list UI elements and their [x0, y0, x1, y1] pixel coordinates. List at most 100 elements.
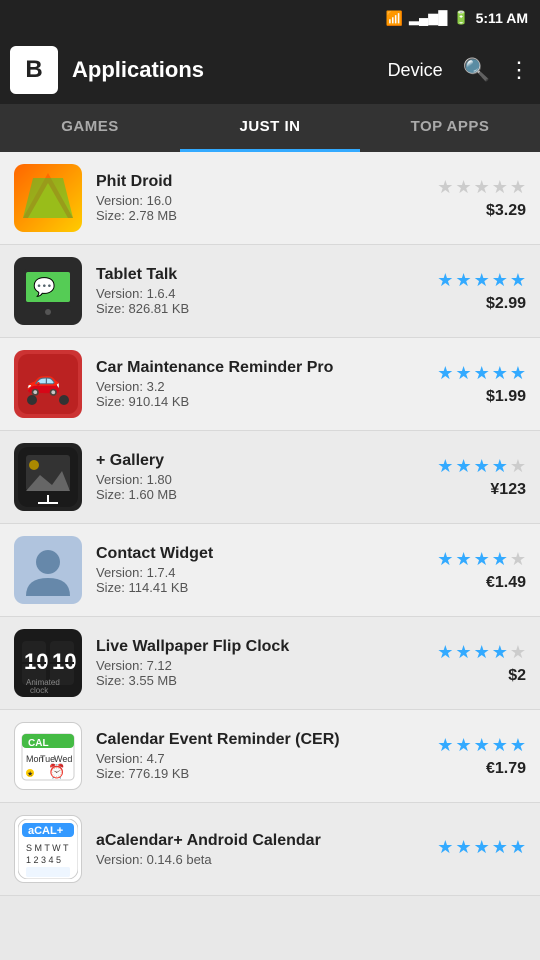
star-1: ★	[437, 735, 453, 756]
app-rating-phit-droid: ★ ★ ★ ★ ★ $3.29	[426, 177, 526, 220]
signal-icon: ▂▄▆█	[409, 10, 447, 26]
star-3: ★	[474, 837, 490, 858]
star-2: ★	[455, 735, 471, 756]
app-version: Version: 1.7.4	[96, 565, 426, 580]
app-icon-car-maintenance: 🚗	[14, 350, 82, 418]
app-size: Size: 826.81 KB	[96, 301, 426, 316]
svg-text:S M T W T: S M T W T	[26, 843, 69, 853]
app-icon-calendar-event: CAL Mon Tue Wed ★ ⏰	[14, 722, 82, 790]
star-4: ★	[492, 837, 508, 858]
star-4: ★	[492, 549, 508, 570]
app-icon-acalendar: aCAL+ S M T W T 1 2 3 4 5	[14, 815, 82, 883]
star-4: ★	[492, 270, 508, 291]
app-name: Car Maintenance Reminder Pro	[96, 359, 426, 377]
app-info-acalendar: aCalendar+ Android Calendar Version: 0.1…	[96, 832, 426, 867]
star-rating: ★ ★ ★ ★ ★	[437, 177, 526, 198]
svg-text:aCAL+: aCAL+	[28, 825, 63, 837]
app-price: $2.99	[486, 295, 526, 313]
app-version: Version: 1.6.4	[96, 286, 426, 301]
app-icon-tablet-talk: 💬	[14, 257, 82, 325]
star-3: ★	[474, 549, 490, 570]
app-size: Size: 910.14 KB	[96, 394, 426, 409]
list-item[interactable]: Phit Droid Version: 16.0 Size: 2.78 MB ★…	[0, 152, 540, 245]
app-rating-acalendar: ★ ★ ★ ★ ★	[426, 837, 526, 862]
app-list: Phit Droid Version: 16.0 Size: 2.78 MB ★…	[0, 152, 540, 896]
list-item[interactable]: 10 10 Animated clock Live Wallpaper Flip…	[0, 617, 540, 710]
app-price: €1.49	[486, 574, 526, 592]
app-info-tablet-talk: Tablet Talk Version: 1.6.4 Size: 826.81 …	[96, 266, 426, 316]
wifi-icon: 📶	[386, 10, 403, 27]
app-name: + Gallery	[96, 452, 426, 470]
app-info-gallery: + Gallery Version: 1.80 Size: 1.60 MB	[96, 452, 426, 502]
star-1: ★	[437, 270, 453, 291]
star-3: ★	[474, 735, 490, 756]
more-options-icon[interactable]: ⋮	[508, 57, 530, 83]
status-time: 5:11 AM	[476, 10, 528, 26]
app-version: Version: 7.12	[96, 658, 426, 673]
star-2: ★	[455, 837, 471, 858]
star-2: ★	[455, 270, 471, 291]
svg-text:🚗: 🚗	[26, 365, 61, 397]
list-item[interactable]: 💬 Tablet Talk Version: 1.6.4 Size: 826.8…	[0, 245, 540, 338]
app-rating-wallpaper: ★ ★ ★ ★ ★ $2	[426, 642, 526, 685]
app-info-car-maintenance: Car Maintenance Reminder Pro Version: 3.…	[96, 359, 426, 409]
svg-text:⏰: ⏰	[48, 762, 65, 780]
list-item[interactable]: Contact Widget Version: 1.7.4 Size: 114.…	[0, 524, 540, 617]
app-size: Size: 114.41 KB	[96, 580, 426, 595]
star-rating: ★ ★ ★ ★ ★	[437, 363, 526, 384]
app-logo: B	[10, 46, 58, 94]
app-version: Version: 4.7	[96, 751, 426, 766]
app-info-live-wallpaper: Live Wallpaper Flip Clock Version: 7.12 …	[96, 638, 426, 688]
app-rating-contact: ★ ★ ★ ★ ★ €1.49	[426, 549, 526, 592]
app-size: Size: 776.19 KB	[96, 766, 426, 781]
search-icon[interactable]: 🔍	[463, 57, 490, 83]
app-rating-tablet-talk: ★ ★ ★ ★ ★ $2.99	[426, 270, 526, 313]
app-name: Calendar Event Reminder (CER)	[96, 731, 426, 749]
app-name: Live Wallpaper Flip Clock	[96, 638, 426, 656]
star-rating: ★ ★ ★ ★ ★	[437, 270, 526, 291]
star-3: ★	[474, 363, 490, 384]
app-version: Version: 16.0	[96, 193, 426, 208]
star-2: ★	[455, 642, 471, 663]
star-1: ★	[437, 363, 453, 384]
list-item[interactable]: 🚗 Car Maintenance Reminder Pro Version: …	[0, 338, 540, 431]
star-2: ★	[455, 177, 471, 198]
list-item[interactable]: aCAL+ S M T W T 1 2 3 4 5 aCalendar+ And…	[0, 803, 540, 896]
star-5: ★	[510, 837, 526, 858]
tab-bar: GAMES JUST IN TOP APPS	[0, 104, 540, 152]
header-title: Applications	[72, 57, 388, 83]
battery-icon: 🔋	[453, 10, 469, 26]
list-item[interactable]: + Gallery Version: 1.80 Size: 1.60 MB ★ …	[0, 431, 540, 524]
star-2: ★	[455, 456, 471, 477]
app-icon-live-wallpaper: 10 10 Animated clock	[14, 629, 82, 697]
app-info-contact-widget: Contact Widget Version: 1.7.4 Size: 114.…	[96, 545, 426, 595]
list-item[interactable]: CAL Mon Tue Wed ★ ⏰ Calendar Event Remin…	[0, 710, 540, 803]
app-name: aCalendar+ Android Calendar	[96, 832, 426, 850]
app-version: Version: 1.80	[96, 472, 426, 487]
tab-just-in[interactable]: JUST IN	[180, 104, 360, 152]
star-3: ★	[474, 177, 490, 198]
star-5: ★	[510, 642, 526, 663]
svg-text:1 2 3 4 5: 1 2 3 4 5	[26, 855, 61, 865]
tab-top-apps[interactable]: TOP APPS	[360, 104, 540, 152]
star-3: ★	[474, 270, 490, 291]
app-size: Size: 3.55 MB	[96, 673, 426, 688]
star-rating: ★ ★ ★ ★ ★	[437, 735, 526, 756]
svg-text:CAL: CAL	[28, 738, 49, 749]
device-button[interactable]: Device	[388, 60, 443, 81]
svg-text:clock: clock	[30, 686, 49, 693]
status-bar: 📶 ▂▄▆█ 🔋 5:11 AM	[0, 0, 540, 36]
app-info-phit-droid: Phit Droid Version: 16.0 Size: 2.78 MB	[96, 173, 426, 223]
app-icon-phit-droid	[14, 164, 82, 232]
star-4: ★	[492, 177, 508, 198]
app-icon-gallery	[14, 443, 82, 511]
star-4: ★	[492, 642, 508, 663]
header-icons: 🔍 ⋮	[463, 57, 530, 83]
app-header: B Applications Device 🔍 ⋮	[0, 36, 540, 104]
star-2: ★	[455, 549, 471, 570]
star-1: ★	[437, 456, 453, 477]
star-5: ★	[510, 177, 526, 198]
svg-text:💬: 💬	[33, 276, 55, 297]
tab-games[interactable]: GAMES	[0, 104, 180, 152]
app-name: Contact Widget	[96, 545, 426, 563]
